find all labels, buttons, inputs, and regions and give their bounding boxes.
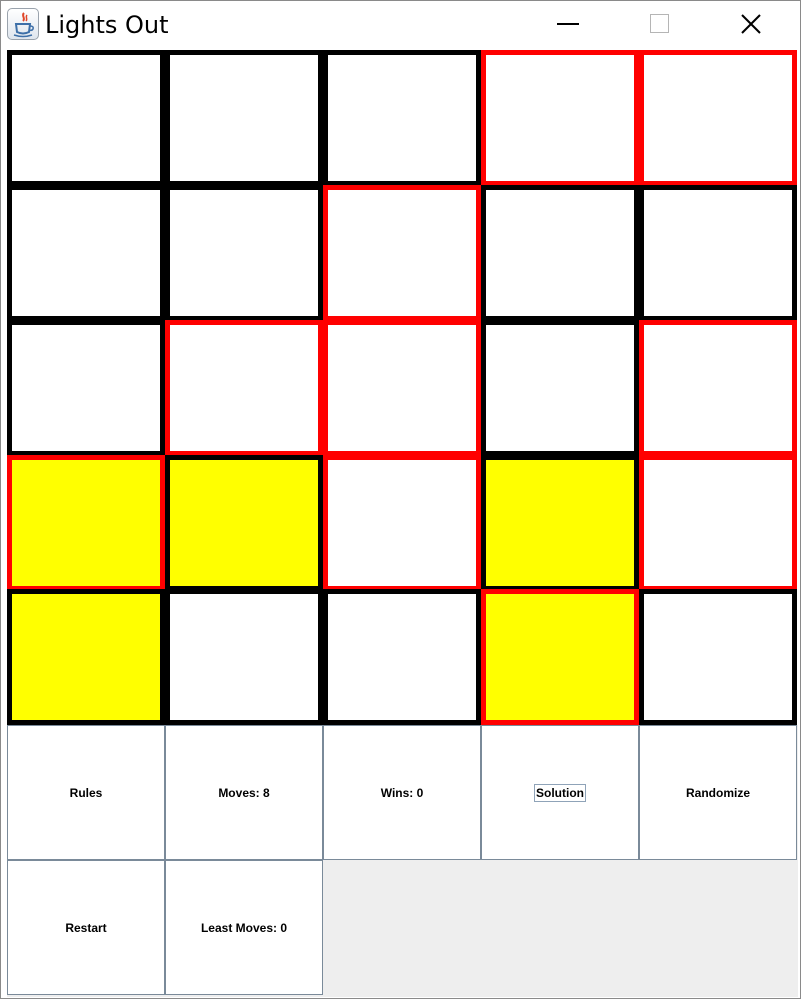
title-bar[interactable]: Lights Out [1, 1, 800, 49]
close-icon [741, 14, 761, 34]
light-cell-r4-c5[interactable] [639, 455, 797, 591]
rules-button[interactable]: Rules [7, 725, 165, 860]
light-cell-r3-c4[interactable] [481, 320, 639, 456]
light-cell-r1-c4[interactable] [481, 50, 639, 186]
java-cup-icon[interactable] [7, 8, 39, 40]
rules-label: Rules [69, 785, 103, 800]
light-cell-r3-c5[interactable] [639, 320, 797, 456]
randomize-label: Randomize [685, 785, 750, 800]
light-cell-r4-c2[interactable] [165, 455, 323, 591]
control-panel: Rules Moves: 8 Wins: 0 Solution Randomiz… [7, 725, 798, 997]
light-cell-r1-c2[interactable] [165, 50, 323, 186]
light-cell-r1-c3[interactable] [323, 50, 481, 186]
light-cell-r4-c4[interactable] [481, 455, 639, 591]
restart-button[interactable]: Restart [7, 860, 165, 995]
wins-button[interactable]: Wins: 0 [323, 725, 481, 860]
light-cell-r2-c1[interactable] [7, 185, 165, 321]
light-cell-r5-c4[interactable] [481, 589, 639, 725]
light-cell-r1-c5[interactable] [639, 50, 797, 186]
maximize-button[interactable] [613, 1, 705, 47]
light-cell-r5-c1[interactable] [7, 589, 165, 725]
light-cell-r5-c5[interactable] [639, 589, 797, 725]
solution-button[interactable]: Solution [481, 725, 639, 860]
moves-label: Moves: 8 [218, 785, 270, 800]
lights-out-window: Lights Out Rules Moves: 8 Wins: 0 Soluti… [0, 0, 801, 999]
light-cell-r2-c3[interactable] [323, 185, 481, 321]
minimize-button[interactable] [522, 1, 614, 47]
wins-label: Wins: 0 [380, 785, 424, 800]
randomize-button[interactable]: Randomize [639, 725, 797, 860]
light-cell-r2-c4[interactable] [481, 185, 639, 321]
window-title: Lights Out [45, 11, 169, 39]
light-cell-r5-c3[interactable] [323, 589, 481, 725]
solution-label: Solution [534, 783, 586, 802]
moves-button[interactable]: Moves: 8 [165, 725, 323, 860]
lights-grid [7, 50, 798, 725]
light-cell-r2-c5[interactable] [639, 185, 797, 321]
light-cell-r4-c1[interactable] [7, 455, 165, 591]
light-cell-r4-c3[interactable] [323, 455, 481, 591]
minimize-icon [557, 23, 579, 25]
light-cell-r3-c3[interactable] [323, 320, 481, 456]
light-cell-r2-c2[interactable] [165, 185, 323, 321]
light-cell-r3-c2[interactable] [165, 320, 323, 456]
least-moves-button[interactable]: Least Moves: 0 [165, 860, 323, 995]
restart-label: Restart [65, 920, 107, 935]
light-cell-r5-c2[interactable] [165, 589, 323, 725]
close-button[interactable] [705, 1, 797, 47]
light-cell-r1-c1[interactable] [7, 50, 165, 186]
light-cell-r3-c1[interactable] [7, 320, 165, 456]
least-moves-label: Least Moves: 0 [200, 920, 288, 935]
maximize-icon [650, 14, 669, 33]
